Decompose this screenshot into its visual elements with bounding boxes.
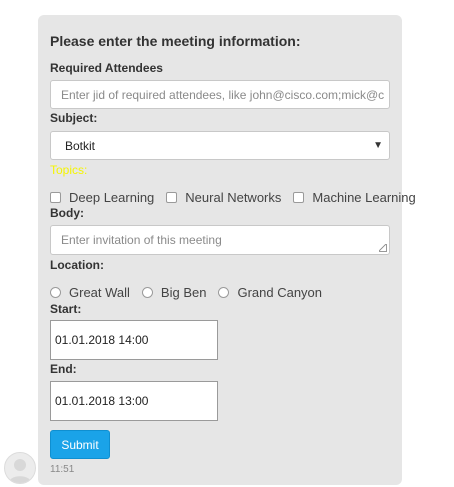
topic-option-deep-learning[interactable]: Deep Learning: [50, 190, 154, 205]
location-option-big-ben[interactable]: Big Ben: [141, 285, 207, 300]
start-datetime-input[interactable]: 01.01.2018 14:00: [50, 320, 218, 360]
location-option-grand-canyon[interactable]: Grand Canyon: [218, 285, 322, 300]
topic-option-label: Neural Networks: [185, 190, 282, 205]
topics-options: Deep Learning Neural Networks Machine Le…: [50, 190, 416, 205]
topic-option-machine-learning[interactable]: Machine Learning: [293, 190, 416, 205]
subject-selected-value: Botkit: [65, 138, 96, 153]
subject-select[interactable]: Botkit ▼: [50, 131, 390, 160]
start-value: 01.01.2018 14:00: [55, 333, 149, 347]
end-label: End:: [50, 362, 77, 376]
submit-button[interactable]: Submit: [50, 430, 110, 459]
location-option-label: Grand Canyon: [237, 285, 323, 300]
resize-handle-icon[interactable]: [379, 244, 387, 252]
start-label: Start:: [50, 302, 82, 316]
location-option-label: Big Ben: [160, 285, 207, 300]
form-heading: Please enter the meeting information:: [50, 33, 301, 49]
user-silhouette-icon: [9, 459, 31, 483]
body-textarea[interactable]: Enter invitation of this meeting: [50, 225, 390, 255]
body-placeholder: Enter invitation of this meeting: [61, 233, 222, 247]
radio-button[interactable]: [50, 287, 61, 298]
subject-label: Subject:: [50, 111, 98, 125]
topics-label: Topics:: [50, 163, 88, 177]
location-options: Great Wall Big Ben Grand Canyon: [50, 285, 322, 300]
location-option-great-wall[interactable]: Great Wall: [50, 285, 130, 300]
radio-button[interactable]: [218, 287, 230, 298]
body-label: Body:: [50, 206, 84, 220]
attendees-label: Required Attendees: [50, 61, 163, 75]
location-option-label: Great Wall: [69, 285, 130, 300]
message-timestamp: 11:51: [50, 464, 75, 475]
checkbox[interactable]: [50, 192, 61, 203]
topic-option-label: Deep Learning: [69, 190, 155, 205]
end-datetime-input[interactable]: 01.01.2018 13:00: [50, 381, 218, 421]
radio-button[interactable]: [141, 287, 153, 298]
avatar: [4, 452, 36, 484]
checkbox[interactable]: [166, 192, 178, 203]
attendees-input[interactable]: Enter jid of required attendees, like jo…: [50, 80, 390, 109]
dropdown-caret-icon: ▼: [373, 140, 383, 151]
topic-option-neural-networks[interactable]: Neural Networks: [166, 190, 281, 205]
end-value: 01.01.2018 13:00: [55, 394, 149, 408]
topic-option-label: Machine Learning: [312, 190, 416, 205]
attendees-placeholder: Enter jid of required attendees, like jo…: [61, 87, 385, 102]
checkbox[interactable]: [293, 192, 305, 203]
location-label: Location:: [50, 258, 104, 272]
meeting-form-card: Please enter the meeting information: Re…: [38, 15, 416, 485]
